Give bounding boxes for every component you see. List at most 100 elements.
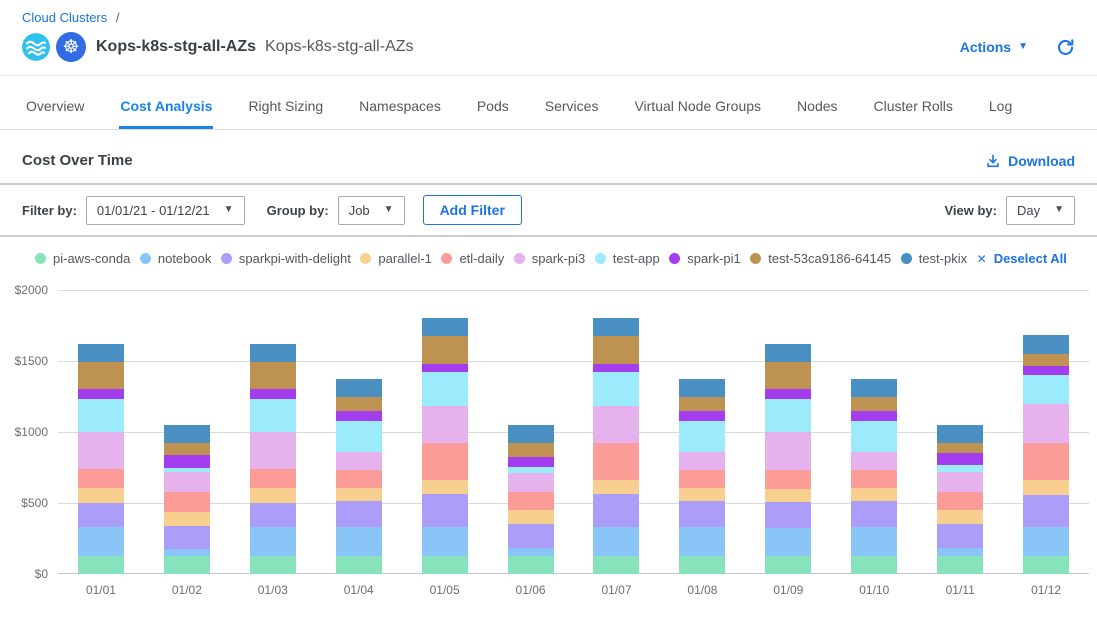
bar-segment-pi-aws-conda[interactable] <box>164 556 210 574</box>
bar-segment-test-53ca9186-64145[interactable] <box>679 397 725 411</box>
bar-segment-etl-daily[interactable] <box>336 470 382 488</box>
bar-segment-notebook[interactable] <box>679 527 725 555</box>
bar-segment-test-app[interactable] <box>679 421 725 452</box>
bar-segment-test-53ca9186-64145[interactable] <box>78 362 124 390</box>
bar-segment-test-pkix[interactable] <box>164 425 210 443</box>
bar-segment-test-pkix[interactable] <box>679 379 725 396</box>
bar-segment-spark-pi1[interactable] <box>765 389 811 399</box>
bar-segment-etl-daily[interactable] <box>679 470 725 488</box>
bar-segment-test-app[interactable] <box>78 399 124 432</box>
bar-segment-spark-pi3[interactable] <box>1023 404 1069 442</box>
bar-segment-spark-pi1[interactable] <box>78 389 124 399</box>
bar-segment-sparkpi-with-delight[interactable] <box>1023 495 1069 527</box>
legend-item-pi-aws-conda[interactable]: pi-aws-conda <box>35 251 130 266</box>
legend-item-etl-daily[interactable]: etl-daily <box>441 251 504 266</box>
bar-segment-spark-pi3[interactable] <box>679 452 725 470</box>
bar-segment-pi-aws-conda[interactable] <box>508 556 554 574</box>
bar-segment-pi-aws-conda[interactable] <box>593 556 639 574</box>
tab-log[interactable]: Log <box>988 90 1013 129</box>
legend-item-test-app[interactable]: test-app <box>595 251 660 266</box>
bar-segment-parallel-1[interactable] <box>250 488 296 503</box>
bar-segment-pi-aws-conda[interactable] <box>679 556 725 574</box>
bar-segment-pi-aws-conda[interactable] <box>765 556 811 574</box>
bar-segment-spark-pi3[interactable] <box>851 452 897 470</box>
bar-segment-test-app[interactable] <box>765 399 811 432</box>
bar-segment-notebook[interactable] <box>937 548 983 556</box>
bar-segment-spark-pi3[interactable] <box>422 406 468 443</box>
bar-segment-pi-aws-conda[interactable] <box>250 556 296 574</box>
bar-segment-test-app[interactable] <box>593 372 639 405</box>
bar-segment-sparkpi-with-delight[interactable] <box>164 526 210 549</box>
bar-segment-notebook[interactable] <box>851 527 897 555</box>
bar-segment-pi-aws-conda[interactable] <box>1023 556 1069 574</box>
bar-segment-test-pkix[interactable] <box>1023 335 1069 353</box>
legend-item-spark-pi1[interactable]: spark-pi1 <box>669 251 740 266</box>
bar-segment-test-53ca9186-64145[interactable] <box>336 397 382 411</box>
bar-segment-spark-pi3[interactable] <box>250 432 296 469</box>
bar-segment-test-53ca9186-64145[interactable] <box>164 443 210 456</box>
bar-segment-spark-pi3[interactable] <box>336 452 382 470</box>
bar-segment-test-pkix[interactable] <box>765 344 811 362</box>
tab-right-sizing[interactable]: Right Sizing <box>247 90 324 129</box>
bar-segment-test-pkix[interactable] <box>937 425 983 443</box>
bar-segment-test-app[interactable] <box>336 421 382 452</box>
tab-virtual-node-groups[interactable]: Virtual Node Groups <box>633 90 762 129</box>
bar-segment-sparkpi-with-delight[interactable] <box>851 501 897 527</box>
bar-segment-spark-pi1[interactable] <box>508 457 554 467</box>
deselect-all-button[interactable]: ✕Deselect All <box>977 251 1067 266</box>
bar-segment-test-pkix[interactable] <box>422 318 468 336</box>
bar-segment-spark-pi1[interactable] <box>679 411 725 421</box>
bar-segment-spark-pi1[interactable] <box>851 411 897 421</box>
bar-segment-parallel-1[interactable] <box>851 488 897 501</box>
stacked-bar-01/04[interactable] <box>336 379 382 574</box>
bar-segment-spark-pi3[interactable] <box>937 472 983 492</box>
bar-segment-spark-pi1[interactable] <box>164 455 210 467</box>
bar-segment-etl-daily[interactable] <box>937 492 983 510</box>
stacked-bar-01/07[interactable] <box>593 318 639 574</box>
view-by-select[interactable]: Day ▼ <box>1006 196 1075 225</box>
bar-segment-spark-pi1[interactable] <box>593 364 639 373</box>
bar-segment-pi-aws-conda[interactable] <box>937 556 983 574</box>
bar-segment-parallel-1[interactable] <box>679 488 725 501</box>
bar-segment-test-53ca9186-64145[interactable] <box>851 397 897 411</box>
bar-segment-pi-aws-conda[interactable] <box>851 556 897 574</box>
bar-segment-test-pkix[interactable] <box>78 344 124 362</box>
bar-segment-test-app[interactable] <box>1023 375 1069 405</box>
bar-segment-sparkpi-with-delight[interactable] <box>422 494 468 527</box>
bar-segment-pi-aws-conda[interactable] <box>78 556 124 574</box>
tab-namespaces[interactable]: Namespaces <box>358 90 442 129</box>
bar-segment-etl-daily[interactable] <box>593 443 639 480</box>
stacked-bar-01/12[interactable] <box>1023 335 1069 574</box>
bar-segment-parallel-1[interactable] <box>336 488 382 501</box>
bar-segment-notebook[interactable] <box>422 527 468 555</box>
bar-segment-sparkpi-with-delight[interactable] <box>765 502 811 528</box>
bar-segment-etl-daily[interactable] <box>250 469 296 488</box>
bar-segment-spark-pi3[interactable] <box>508 473 554 491</box>
legend-item-sparkpi-with-delight[interactable]: sparkpi-with-delight <box>221 251 351 266</box>
bar-segment-test-pkix[interactable] <box>250 344 296 362</box>
bar-segment-notebook[interactable] <box>593 527 639 555</box>
tab-cost-analysis[interactable]: Cost Analysis <box>119 90 213 129</box>
stacked-bar-01/11[interactable] <box>937 425 983 574</box>
bar-segment-spark-pi3[interactable] <box>765 432 811 470</box>
stacked-bar-01/03[interactable] <box>250 344 296 574</box>
bar-segment-test-pkix[interactable] <box>508 425 554 443</box>
bar-segment-etl-daily[interactable] <box>422 443 468 480</box>
bar-segment-sparkpi-with-delight[interactable] <box>937 524 983 548</box>
bar-segment-spark-pi3[interactable] <box>164 472 210 492</box>
bar-segment-notebook[interactable] <box>78 527 124 556</box>
download-button[interactable]: Download <box>985 153 1075 169</box>
bar-segment-notebook[interactable] <box>1023 527 1069 555</box>
legend-item-notebook[interactable]: notebook <box>140 251 212 266</box>
legend-item-test-pkix[interactable]: test-pkix <box>901 251 967 266</box>
bar-segment-spark-pi3[interactable] <box>593 406 639 443</box>
bar-segment-sparkpi-with-delight[interactable] <box>508 524 554 548</box>
bar-segment-test-53ca9186-64145[interactable] <box>593 336 639 364</box>
stacked-bar-01/08[interactable] <box>679 379 725 574</box>
bar-segment-etl-daily[interactable] <box>765 470 811 488</box>
bar-segment-sparkpi-with-delight[interactable] <box>679 501 725 527</box>
bar-segment-spark-pi1[interactable] <box>250 389 296 399</box>
bar-segment-parallel-1[interactable] <box>78 488 124 503</box>
bar-segment-test-53ca9186-64145[interactable] <box>765 362 811 389</box>
legend-item-test-53ca9186-64145[interactable]: test-53ca9186-64145 <box>750 251 891 266</box>
